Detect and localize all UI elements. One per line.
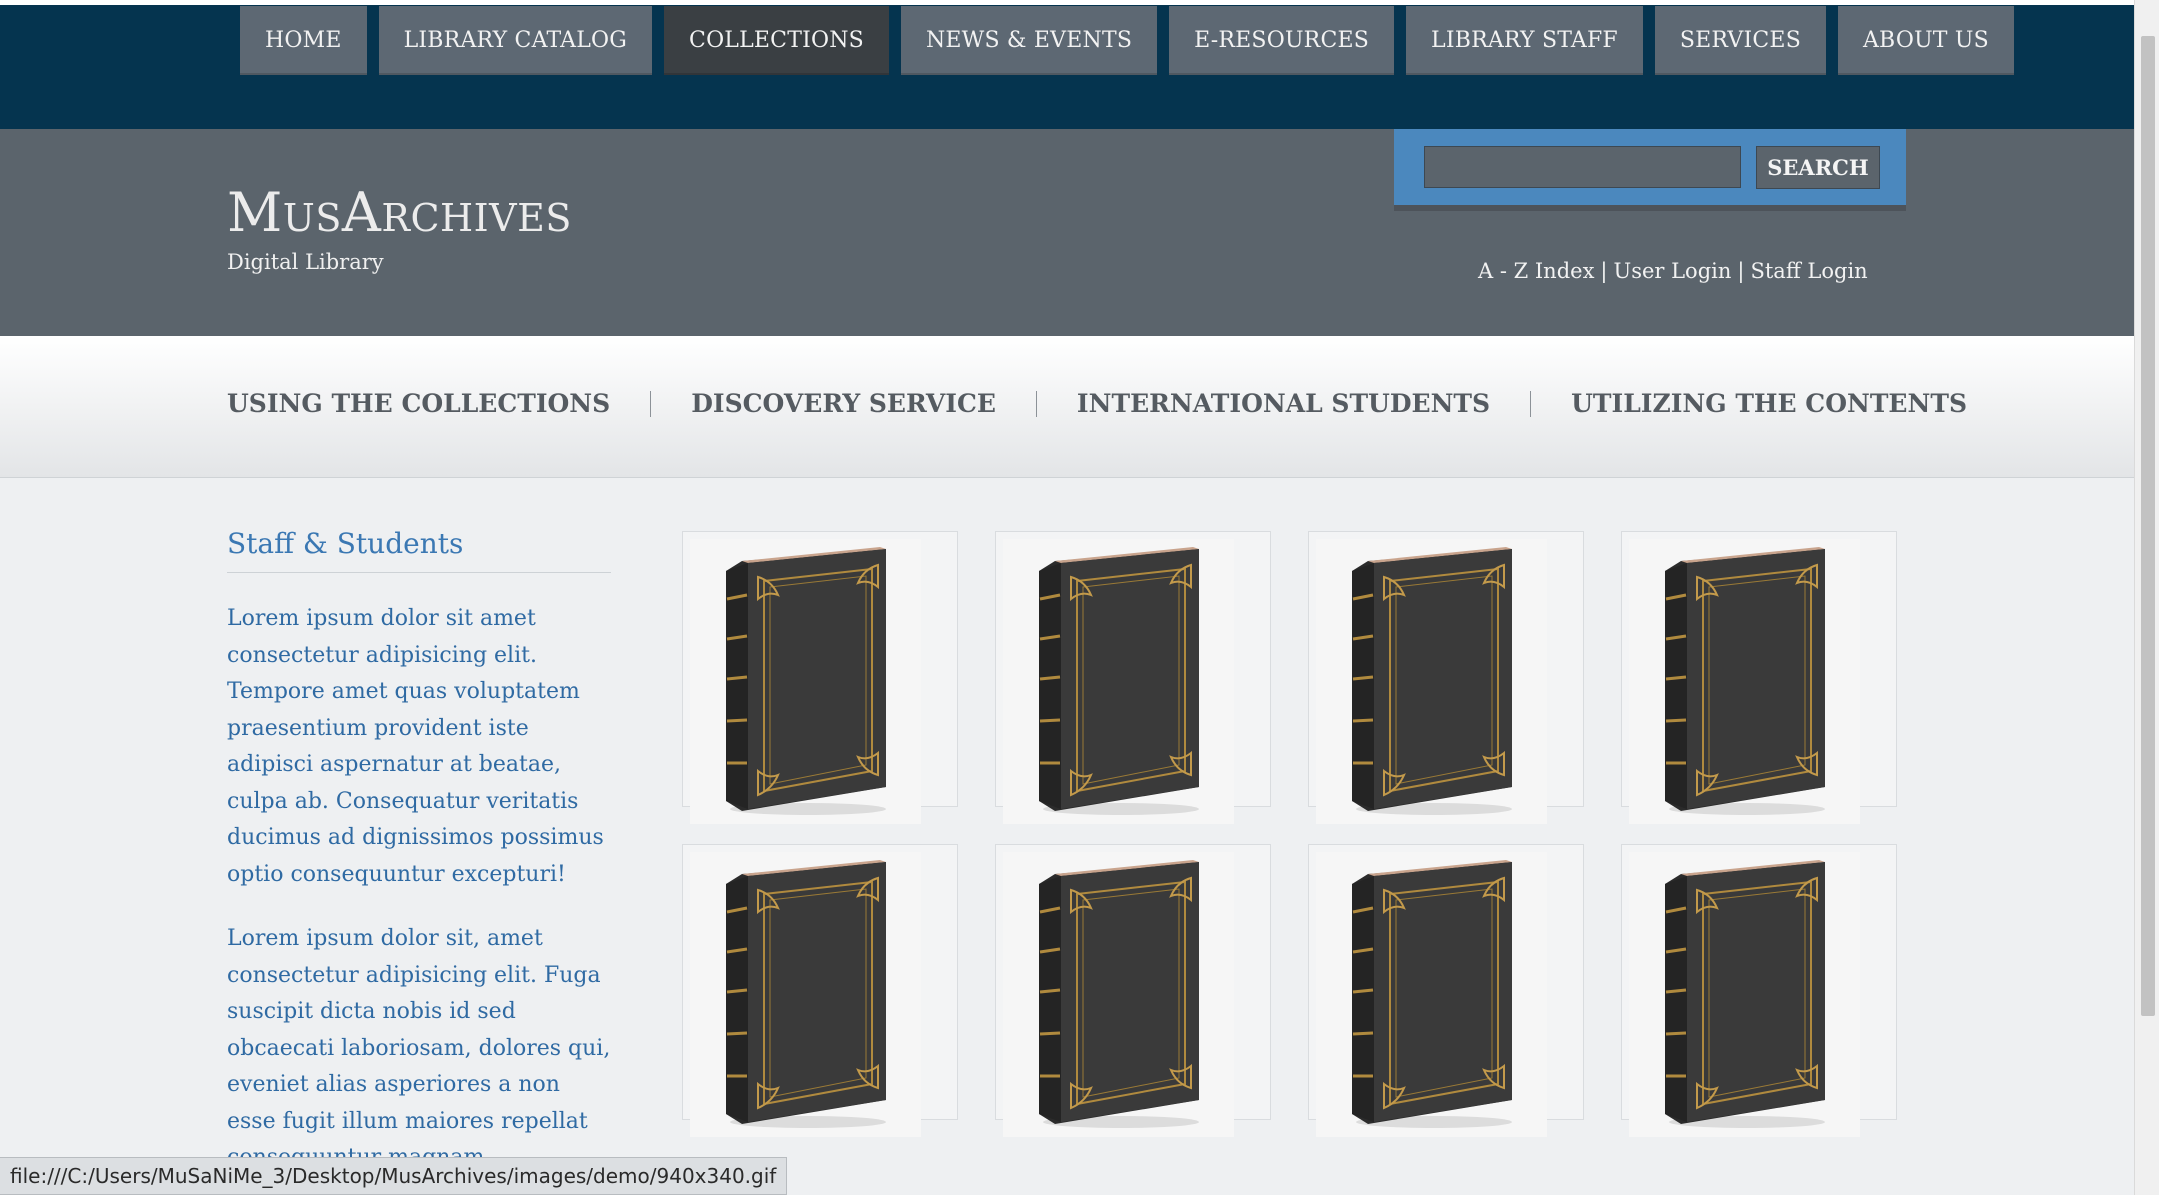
top-navigation: HOME LIBRARY CATALOG COLLECTIONS NEWS & EVE… bbox=[0, 0, 2134, 129]
secondary-nav-entry: INTERNATIONAL STUDENTS bbox=[996, 389, 1490, 418]
top-nav-item-library-catalog[interactable]: LIBRARY CATALOG bbox=[378, 6, 653, 75]
browser-status-bar: file:///C:/Users/MuSaNiMe_3/Desktop/MusA… bbox=[0, 1157, 788, 1195]
site-header: MusArchives Digital Library SEARCH A - Z… bbox=[0, 129, 2134, 336]
link-separator: | bbox=[1600, 259, 1608, 283]
book-icon bbox=[1316, 539, 1547, 824]
user-login-link[interactable]: User Login bbox=[1614, 259, 1732, 283]
book-tile[interactable] bbox=[1621, 531, 1897, 824]
nav-divider bbox=[650, 390, 652, 417]
link-separator: | bbox=[1737, 259, 1745, 283]
top-nav-item-collections[interactable]: COLLECTIONS bbox=[664, 6, 889, 75]
top-nav-list: HOME LIBRARY CATALOG COLLECTIONS NEWS & EVE… bbox=[240, 6, 2026, 75]
book-icon bbox=[1629, 539, 1860, 824]
page: HOME LIBRARY CATALOG COLLECTIONS NEWS & EVE… bbox=[0, 0, 2159, 1195]
top-nav-item-news-events[interactable]: NEWS & EVENTS bbox=[900, 6, 1158, 75]
book-icon bbox=[1316, 852, 1547, 1137]
a-z-index-link[interactable]: A - Z Index bbox=[1478, 259, 1594, 283]
book-tile[interactable] bbox=[995, 531, 1271, 824]
sidebar: Staff & Students Lorem ipsum dolor sit a… bbox=[227, 527, 611, 1177]
book-icon bbox=[1003, 852, 1234, 1137]
book-tile[interactable] bbox=[682, 844, 958, 1137]
book-tile[interactable] bbox=[1621, 844, 1897, 1137]
book-icon bbox=[1629, 852, 1860, 1137]
nav-divider bbox=[1035, 390, 1037, 417]
sidebar-paragraph: Lorem ipsum dolor sit amet consectetur a… bbox=[227, 606, 604, 887]
top-nav-item-home[interactable]: HOME bbox=[240, 6, 367, 75]
book-icon bbox=[690, 539, 921, 824]
quick-links: A - Z Index | User Login | Staff Login bbox=[1478, 259, 1868, 283]
secondary-nav-entry: USING THE COLLECTIONS bbox=[227, 389, 610, 418]
sidebar-title: Staff & Students bbox=[227, 527, 611, 573]
book-tile[interactable] bbox=[995, 844, 1271, 1137]
book-tile[interactable] bbox=[1308, 531, 1584, 824]
top-nav-item-about-us[interactable]: ABOUT US bbox=[1837, 6, 2014, 75]
search-input[interactable] bbox=[1424, 146, 1741, 188]
secondary-nav-entry: UTILIZING THE CONTENTS bbox=[1490, 389, 1967, 418]
secondary-nav-list: USING THE COLLECTIONS DISCOVERY SERVICE IN… bbox=[227, 389, 1967, 418]
top-nav-item-library-staff[interactable]: LIBRARY STAFF bbox=[1406, 6, 1643, 75]
secondary-nav-item-discovery-service[interactable]: DISCOVERY SERVICE bbox=[691, 389, 996, 418]
search-button[interactable]: SEARCH bbox=[1756, 146, 1880, 189]
top-nav-item-e-resources[interactable]: E-RESOURCES bbox=[1169, 6, 1395, 75]
secondary-nav-entry: DISCOVERY SERVICE bbox=[610, 389, 996, 418]
secondary-nav-item-using-the-collections[interactable]: USING THE COLLECTIONS bbox=[227, 389, 610, 418]
nav-divider bbox=[1530, 390, 1532, 417]
site-tagline: Digital Library bbox=[227, 250, 384, 274]
secondary-nav-item-utilizing-the-contents[interactable]: UTILIZING THE CONTENTS bbox=[1571, 389, 1967, 418]
secondary-nav-item-international-students[interactable]: INTERNATIONAL STUDENTS bbox=[1077, 389, 1490, 418]
book-icon bbox=[690, 852, 921, 1137]
sidebar-paragraph: Lorem ipsum dolor sit, amet consectetur … bbox=[227, 926, 611, 1170]
book-icon bbox=[1003, 539, 1234, 824]
book-tile[interactable] bbox=[682, 531, 958, 824]
top-nav-item-services[interactable]: SERVICES bbox=[1654, 6, 1826, 75]
scrollbar-thumb[interactable] bbox=[2141, 36, 2155, 1016]
vertical-scrollbar[interactable] bbox=[2134, 0, 2159, 1195]
staff-login-link[interactable]: Staff Login bbox=[1750, 259, 1867, 283]
book-tile[interactable] bbox=[1308, 844, 1584, 1137]
site-logo[interactable]: MusArchives bbox=[227, 181, 572, 244]
secondary-navigation: USING THE COLLECTIONS DISCOVERY SERVICE IN… bbox=[0, 336, 2134, 478]
search-panel: SEARCH bbox=[1394, 129, 1906, 205]
